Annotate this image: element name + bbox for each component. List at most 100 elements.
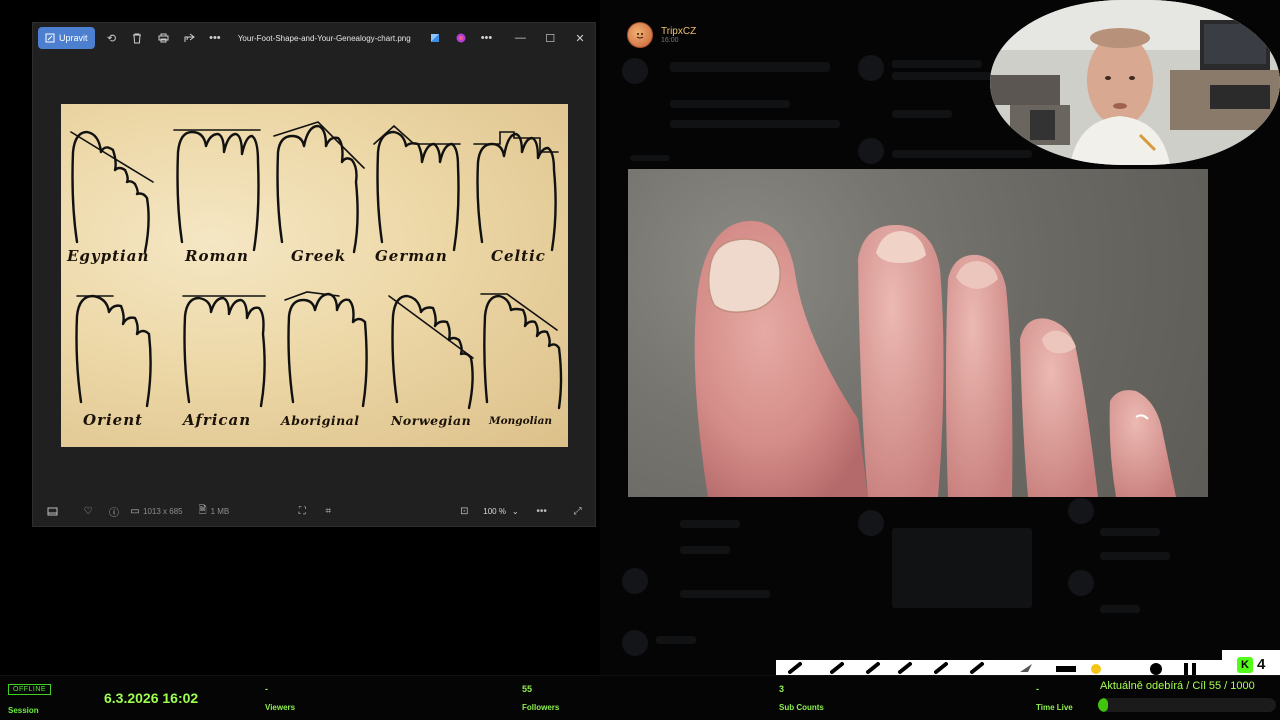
designer-icon bbox=[430, 34, 439, 42]
designer-button[interactable] bbox=[422, 27, 448, 49]
edit-button[interactable]: Upravit bbox=[38, 27, 95, 49]
ghost-message bbox=[1100, 605, 1140, 613]
minimize-button[interactable]: — bbox=[505, 27, 535, 49]
text-scan-button[interactable]: ⌗ bbox=[315, 500, 341, 522]
overlay-icons-strip bbox=[788, 662, 1196, 675]
ghost-message bbox=[1100, 528, 1160, 536]
edit-image-icon bbox=[45, 33, 55, 43]
avatar[interactable] bbox=[627, 22, 653, 48]
chevron-down-icon: ⌄ bbox=[511, 506, 519, 516]
more-dots-icon: ••• bbox=[536, 505, 547, 517]
time-live-value: - bbox=[1036, 684, 1039, 694]
printer-icon bbox=[158, 33, 169, 43]
chat-username[interactable]: TripxCZ bbox=[661, 26, 696, 37]
sub-goal-text: Aktuálně odebírá / Cíl 55 / 1000 bbox=[1100, 680, 1255, 692]
more-dots-icon: ••• bbox=[480, 32, 493, 44]
share-button[interactable] bbox=[176, 27, 202, 49]
ghost-message bbox=[670, 62, 830, 72]
followers-label: Followers bbox=[522, 703, 560, 712]
stream-stats-bar: OFFLINE Session 6.3.2026 16:02 - Viewers… bbox=[0, 675, 1280, 720]
session-label: Session bbox=[8, 706, 39, 715]
file-name: Your-Foot-Shape-and-Your-Genealogy-chart… bbox=[237, 33, 411, 43]
ghost-avatar bbox=[622, 568, 648, 594]
sub-goal-progress-fill bbox=[1098, 698, 1108, 712]
visual-search-button[interactable]: ⛶ bbox=[289, 500, 315, 522]
kick-follower-badge: K 4 bbox=[1237, 656, 1265, 673]
foot-label: Mongolian bbox=[489, 415, 553, 427]
foot-shape-chart-image: Egyptian Roman Greek German Celtic Orien… bbox=[61, 104, 568, 447]
maximize-button[interactable]: ☐ bbox=[535, 27, 565, 49]
ghost-avatar bbox=[858, 510, 884, 536]
close-button[interactable]: ✕ bbox=[565, 27, 595, 49]
more-options-button[interactable]: ••• bbox=[202, 27, 228, 49]
foot-label: Celtic bbox=[491, 247, 546, 265]
trash-icon bbox=[133, 33, 142, 43]
foot-label: Norwegian bbox=[391, 413, 472, 428]
ghost-avatar bbox=[622, 630, 648, 656]
subs-value: 3 bbox=[779, 684, 785, 694]
foot-drawings bbox=[70, 121, 563, 410]
face-icon bbox=[636, 33, 644, 39]
zoom-level: 100 % bbox=[483, 506, 506, 516]
toes-photo-drawing bbox=[694, 220, 1176, 497]
edit-button-label: Upravit bbox=[59, 33, 88, 43]
ghost-avatar bbox=[1068, 498, 1094, 524]
kick-logo-icon: K bbox=[1237, 656, 1253, 673]
scan-icon: ⛶ bbox=[298, 505, 306, 517]
foot-label: Aboriginal bbox=[281, 413, 360, 428]
heart-icon: ♡ bbox=[83, 505, 93, 517]
image-dimensions: 1013 x 685 bbox=[143, 506, 183, 516]
decorative-sticker-strip bbox=[776, 660, 1222, 676]
ghost-avatar bbox=[622, 58, 648, 84]
ghost-avatar bbox=[858, 138, 884, 164]
zoom-dropdown[interactable]: 100 % ⌄ bbox=[477, 507, 524, 516]
ghost-message bbox=[670, 100, 790, 108]
ghost-message bbox=[1100, 552, 1170, 560]
webcam-overlay bbox=[990, 0, 1280, 165]
maximize-icon: ☐ bbox=[545, 32, 556, 45]
file-size: 1 MB bbox=[210, 506, 230, 516]
status-badge: OFFLINE bbox=[8, 684, 52, 695]
ghost-message bbox=[892, 72, 1002, 80]
chat-timestamp: 16:00 bbox=[661, 37, 679, 44]
more-dots-icon: ••• bbox=[209, 32, 221, 44]
ghost-avatar bbox=[1068, 570, 1094, 596]
sub-goal-progress-bar bbox=[1098, 698, 1276, 712]
webcam-feed bbox=[990, 0, 1280, 165]
ghost-message bbox=[892, 150, 1032, 158]
toes-photo bbox=[628, 169, 1208, 497]
minimize-icon: — bbox=[514, 32, 526, 44]
ghost-message bbox=[630, 155, 670, 161]
favorite-button[interactable]: ♡ bbox=[75, 500, 101, 522]
close-icon: ✕ bbox=[575, 32, 585, 45]
foot-label: African bbox=[183, 411, 252, 429]
ghost-message bbox=[892, 110, 952, 118]
session-datetime: 6.3.2026 16:02 bbox=[104, 690, 199, 706]
rotate-button[interactable]: ⟲ bbox=[99, 27, 125, 49]
chat-user-header[interactable]: TripxCZ 16:00 bbox=[627, 22, 696, 48]
fit-to-window-button[interactable]: ⊡ bbox=[451, 500, 477, 522]
share-icon bbox=[184, 33, 195, 42]
viewers-value: - bbox=[265, 684, 268, 694]
delete-button[interactable] bbox=[124, 27, 150, 49]
more-options-button[interactable]: ••• bbox=[529, 500, 555, 522]
expand-icon: ⤢ bbox=[573, 505, 582, 517]
fullscreen-button[interactable]: ⤢ bbox=[565, 500, 591, 522]
clipchamp-button[interactable] bbox=[448, 27, 474, 49]
foot-label: Greek bbox=[291, 247, 347, 265]
ghost-message bbox=[656, 636, 696, 644]
viewer-status-bar: ♡ ⓘ ▭ 1013 x 685 🗎 1 MB ⛶ ⌗ ⊡ 100 % ⌄ ••… bbox=[33, 496, 595, 526]
file-info-button[interactable]: ⓘ bbox=[101, 500, 127, 522]
more-apps-button[interactable]: ••• bbox=[474, 27, 500, 49]
followers-value: 55 bbox=[522, 684, 533, 694]
screen: TripxCZ 16:00 Upravit ⟲ ••• Your-Foot-Sh… bbox=[0, 0, 1280, 720]
print-button[interactable] bbox=[150, 27, 176, 49]
rotate-icon: ⟲ bbox=[106, 32, 117, 45]
viewer-toolbar: Upravit ⟲ ••• Your-Foot-Shape-and-Your-G… bbox=[33, 23, 595, 53]
fit-screen-icon: ⊡ bbox=[460, 505, 469, 517]
ghost-message bbox=[680, 590, 770, 598]
time-live-label: Time Live bbox=[1036, 703, 1073, 712]
viewers-label: Viewers bbox=[265, 703, 296, 712]
foot-label: Orient bbox=[83, 411, 144, 429]
filmstrip-button[interactable] bbox=[39, 500, 65, 522]
